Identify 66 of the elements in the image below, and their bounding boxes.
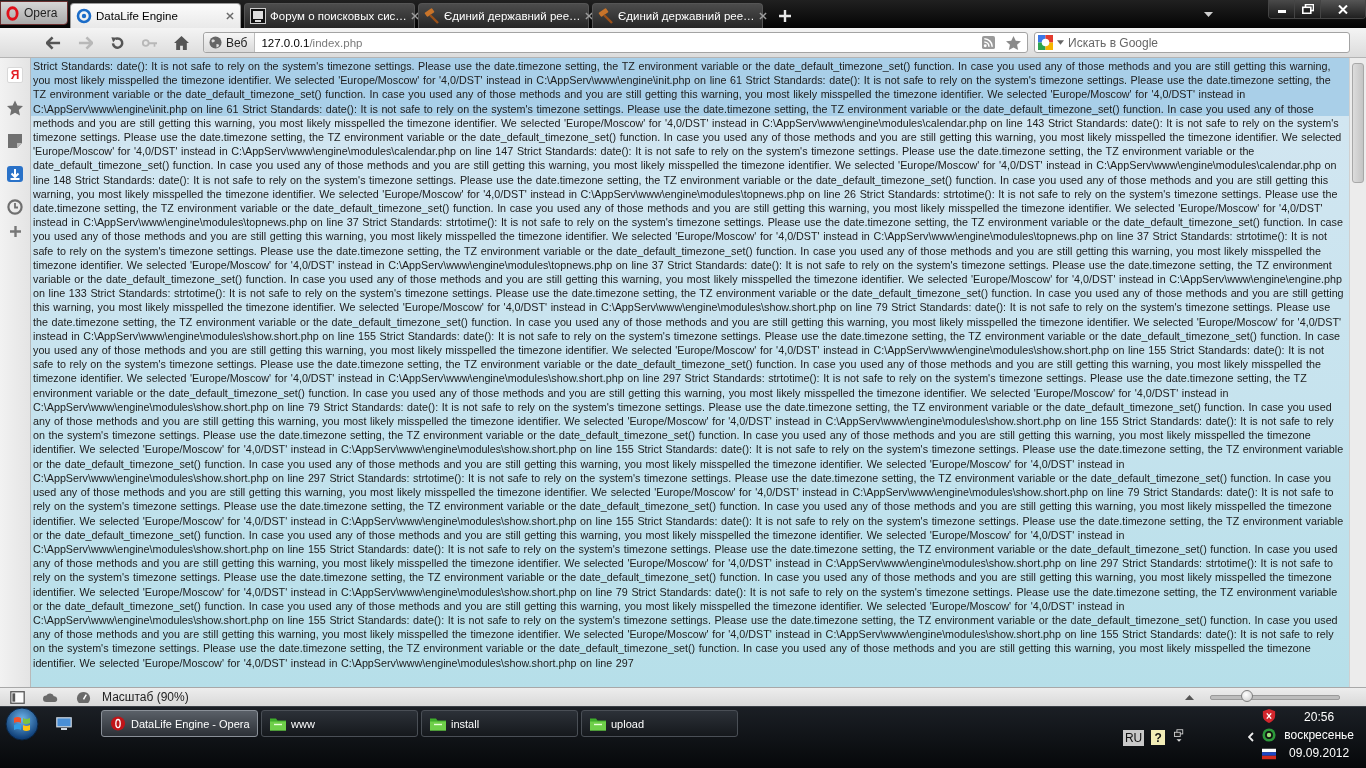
ring-icon bbox=[110, 716, 126, 731]
close-button[interactable] bbox=[1321, 0, 1365, 18]
close-icon[interactable] bbox=[584, 12, 593, 20]
clock-time: 20:56 bbox=[1304, 708, 1335, 726]
scrollbar[interactable] bbox=[1349, 58, 1366, 687]
caret-icon[interactable] bbox=[1185, 694, 1194, 700]
close-icon[interactable] bbox=[410, 12, 419, 20]
download-icon[interactable] bbox=[7, 166, 23, 182]
star-icon[interactable] bbox=[1006, 35, 1021, 50]
clock-icon[interactable] bbox=[7, 199, 23, 215]
taskbar-button[interactable]: upload bbox=[581, 710, 738, 737]
star-icon[interactable] bbox=[7, 100, 23, 116]
caret-icon[interactable] bbox=[1204, 11, 1213, 17]
browser-tab[interactable]: Форум о поисковых сис… bbox=[244, 3, 415, 28]
close-icon bbox=[1338, 4, 1348, 14]
note-icon[interactable] bbox=[7, 133, 23, 149]
taskbar-button[interactable]: www bbox=[261, 710, 418, 737]
slider-thumb[interactable] bbox=[1240, 689, 1253, 702]
restore-icon bbox=[1301, 4, 1314, 14]
globe-icon bbox=[209, 36, 222, 49]
language-button[interactable]: RU bbox=[1122, 729, 1145, 746]
taskbar-button[interactable]: install bbox=[421, 710, 578, 737]
folder-icon bbox=[430, 716, 446, 731]
clock-weekday: воскресенье bbox=[1284, 726, 1354, 744]
panel-letter-button[interactable]: Я bbox=[7, 67, 23, 83]
folder-icon bbox=[270, 716, 286, 731]
address-field[interactable]: Веб 127.0.0.1/index.php bbox=[203, 32, 1028, 53]
monitor-icon[interactable] bbox=[56, 717, 72, 730]
menu-button[interactable]: Opera bbox=[0, 1, 68, 25]
help-button[interactable]: ? bbox=[1151, 730, 1166, 745]
ring-icon bbox=[76, 8, 92, 24]
ring-icon[interactable] bbox=[1262, 727, 1277, 742]
window-switch-icon[interactable] bbox=[1174, 728, 1185, 743]
hammer-icon bbox=[424, 8, 440, 24]
monitor-icon bbox=[250, 8, 266, 24]
site-info-button[interactable]: Веб bbox=[204, 33, 256, 52]
minimize-button[interactable] bbox=[1269, 0, 1295, 18]
search-engine-icon[interactable] bbox=[1038, 35, 1053, 50]
feed-icon[interactable] bbox=[982, 36, 995, 49]
flag-icon[interactable] bbox=[1262, 746, 1277, 761]
orb-icon bbox=[5, 707, 39, 741]
zoom-label[interactable]: Масштаб (90%) bbox=[102, 690, 189, 704]
chevron-icon[interactable] bbox=[1248, 731, 1255, 742]
search-field[interactable]: Искать в Google bbox=[1034, 32, 1350, 53]
caret-icon[interactable] bbox=[1057, 40, 1064, 45]
shield-icon[interactable] bbox=[1262, 708, 1277, 723]
panel-toggle-icon[interactable] bbox=[10, 690, 25, 704]
close-icon[interactable] bbox=[226, 12, 234, 20]
cloud-icon[interactable] bbox=[43, 690, 58, 704]
error-text: Strict Standards: date(): It is not safe to rely on the system's timezone settings. Please use the date.timezone setting, the TZ environment variable or the date_default_timezone_set() function. In case you used any of those methods and you are still getting this warning, you most likely misspelled the timezone identifier. We selected 'Europe/Moscow' for '4,0/DST' instead in C:\AppServ\www\engine\init.php on line 61 Strict Standards: date(): It is not safe to rely on the system's timezone settings. Please use the date.timezone setting, the TZ environment variable or the date_default_timezone_set() function. In case you used any of those methods and you are still getting this warning, you most likely misspelled the timezone identifier. We selected 'Europe/Moscow' for '4,0/DST' instead in C:\AppServ\www\engine\init.php on line 61 Strict Standards: date(): It is not safe to rely on the system's timezone settings. Please use the date.timezone setting, the TZ environment variable or the date_default_timezone_set() function. In case you used any of those methods and you are still getting this warning, you most likely misspelled the timezone identifier. We selected 'Europe/Moscow' for '4,0/DST' instead in C:\AppServ\www\engine\modules\calendar.php on line 143 Strict Standards: date(): It is not safe to rely on the system's timezone settings. Please use the date.timezone setting, the TZ environment variable or the date_default_timezone_set() function. In case you used any of those methods and you are still getting this warning, you most likely misspelled the timezone identifier. We selected 'Europe/Moscow' for '4,0/DST' instead in C:\AppServ\www\engine\modules\calendar.php on line 147 Strict Standards: date(): It is not safe to rely on the system's timezone settings. Please use the date.timezone setting, the TZ environment variable or the date_default_timezone_set() function. In case you used any of those methods and you are still getting this warning, you most likely misspelled the timezone identifier. We selected 'Europe/Moscow' for '4,0/DST' instead in C:\AppServ\www\engine\modules\calendar.php on line 148 Strict Standards: date(): It is not safe to rely on the system's timezone settings. Please use the date.timezone setting, the TZ environment variable or the date_default_timezone_set() function. In case you used any of those methods and you are still getting this warning, you most likely misspelled the timezone identifier. We selected 'Europe/Moscow' for '4,0/DST' instead in C:\AppServ\www\engine\modules\topnews.php on line 26 Strict Standards: strtotime(): It is not safe to rely on the system's timezone settings. Please use the date.timezone setting, the TZ environment variable or the date_default_timezone_set() function. In case you used any of those methods and you are still getting this warning, you most likely misspelled the timezone identifier. We selected 'Europe/Moscow' for '4,0/DST' instead in C:\AppServ\www\engine\modules\topnews.php on line 37 Strict Standards: strtotime(): It is not safe to rely on the system's timezone settings. Please use the date.timezone setting, the TZ environment variable or the date_default_timezone_set() function. In case you used any of those methods and you are still getting this warning, you most likely misspelled the timezone identifier. We selected 'Europe/Moscow' for '4,0/DST' instead in C:\AppServ\www\engine\modules\topnews.php on line 37 Strict Standards: strtotime(): It is not safe to rely on the system's timezone settings. Please use the date.timezone setting, the TZ environment variable or the date_default_timezone_set() function. In case you used any of those methods and you are still getting this warning, you most likely misspelled the timezone identifier. We selected 'Europe/Moscow' for '4,0/DST' instead in C:\AppServ\www\engine\modules\topnews.php on line 37 Strict Standards: date(): It is not safe to rely on the system's timezone settings. Please use the date.timezone setting, the TZ environment variable or the date_default_timezone_set() function. In case you used any of those methods and you are still getting this warning, you most likely misspelled the timezone identifier. We selected 'Europe/Moscow' for '4,0/DST' instead in C:\AppServ\www\engine\engine.php on line 133 Strict Standards: strtotime(): It is not safe to rely on the system's timezone settings. Please use the date.timezone setting, the TZ environment variable or the date_default_timezone_set() function. In case you used any of those methods and you are still getting this warning, you most likely misspelled the timezone identifier. We selected 'Europe/Moscow' for '4,0/DST' instead in C:\AppServ\www\engine\modules\show.short.php on line 79 Strict Standards: date(): It is not safe to rely on the system's timezone settings. Please use the date.timezone setting, the TZ environment variable or the date_default_timezone_set() function. In case you used any of those methods and you are still getting this warning, you most likely misspelled the timezone identifier. We selected 'Europe/Moscow' for '4,0/DST' instead in C:\AppServ\www\engine\modules\show.short.php on line 155 Strict Standards: date(): It is not safe to rely on the system's timezone settings. Please use the date.timezone setting, the TZ environment variable or the date_default_timezone_set() function. In case you used any of those methods and you are still getting this warning, you most likely misspelled the timezone identifier. We selected 'Europe/Moscow' for '4,0/DST' instead in C:\AppServ\www\engine\modules\show.short.php on line 155 Strict Standards: date(): It is not safe to rely on the system's timezone settings. Please use the date.timezone setting, the TZ environment variable or the date_default_timezone_set() function. In case you used any of those methods and you are still getting this warning, you most likely misspelled the timezone identifier. We selected 'Europe/Moscow' for '4,0/DST' instead in C:\AppServ\www\engine\modules\show.short.php on line 297 Strict Standards: strtotime(): It is not safe to rely on the system's timezone settings. Please use the date.timezone setting, the TZ environment variable or the date_default_timezone_set() function. In case you used any of those methods and you are still getting this warning, you most likely misspelled the timezone identifier. We selected 'Europe/Moscow' for '4,0/DST' instead in C:\AppServ\www\engine\modules\show.short.php on line 79 Strict Standards: date(): It is not safe to rely on the system's timezone settings. Please use the date.timezone setting, the TZ environment variable or the date_default_timezone_set() function. In case you used any of those methods and you are still getting this warning, you most likely misspelled the timezone identifier. We selected 'Europe/Moscow' for '4,0/DST' instead in C:\AppServ\www\engine\modules\show.short.php on line 155 Strict Standards: date(): It is not safe to rely on the system's timezone settings. Please use the date.timezone setting, the TZ environment variable or the date_default_timezone_set() function. In case you used any of those methods and you are still getting this warning, you most likely misspelled the timezone identifier. We selected 'Europe/Moscow' for '4,0/DST' instead in C:\AppServ\www\engine\modules\show.short.php on line 155 Strict Standards: date(): It is not safe to rely on the system's timezone settings. Please use the date.timezone setting, the TZ environment variable or the date_default_timezone_set() function. In case you used any of those methods and you are still getting this warning, you most likely misspelled the timezone identifier. We selected 'Europe/Moscow' for '4,0/DST' instead in C:\AppServ\www\engine\modules\show.short.php on line 297 Strict Standards: strtotime(): It is not safe to rely on the system's timezone settings. Please use the date.timezone setting, the TZ environment variable or the date_default_timezone_set() function. In case you used any of those methods and you are still getting this warning, you most likely misspelled the timezone identifier. We selected 'Europe/Moscow' for '4,0/DST' instead in C:\AppServ\www\engine\modules\show.short.php on line 79 Strict Standards: date(): It is not safe to rely on the system's timezone settings. Please use the date.timezone setting, the TZ environment variable or the date_default_timezone_set() function. In case you used any of those methods and you are still getting this warning, you most likely misspelled the timezone identifier. We selected 'Europe/Moscow' for '4,0/DST' instead in C:\AppServ\www\engine\modules\show.short.php on line 155 Strict Standards: date(): It is not safe to rely on the system's timezone settings. Please use the date.timezone setting, the TZ environment variable or the date_default_timezone_set() function. In case you used any of those methods and you are still getting this warning, you most likely misspelled the timezone identifier. We selected 'Europe/Moscow' for '4,0/DST' instead in C:\AppServ\www\engine\modules\show.short.php on line 155 Strict Standards: date(): It is not safe to rely on the system's timezone settings. Please use the date.timezone setting, the TZ environment variable or the date_default_timezone_set() function. In case you used any of those methods and you are still getting this warning, you most likely misspelled the timezone identifier. We selected 'Europe/Moscow' for '4,0/DST' instead in C:\AppServ\www\engine\modules\show.short.php on line 297 Strict Standards: strtotime(): It is not safe to rely on the system's timezone settings. Please use the date.timezone setting, the TZ environment variable or the date_default_timezone_set() function. In case you used any of those methods and you are still getting this warning, you most likely misspelled the timezone identifier. We selected 'Europe/Moscow' for '4,0/DST' instead in C:\AppServ\www\engine\modules\show.short.php on line 79 Strict Standards: date(): It is not safe to rely on the system's timezone settings. Please use the date.timezone setting, the TZ environment variable or the date_default_timezone_set() function. In case you used any of those methods and you are still getting this warning, you most likely misspelled the timezone identifier. We selected 'Europe/Moscow' for '4,0/DST' instead in C:\AppServ\www\engine\modules\show.short.php on line 155 Strict Standards: date(): It is not safe to rely on the system's timezone settings. Please use the date.timezone setting, the TZ environment variable or the date_default_timezone_set() function. In case you used any of those methods and you are still getting this warning, you most likely misspelled the timezone identifier. We selected 'Europe/Moscow' for '4,0/DST' instead in C:\AppServ\www\engine\modules\show.short.php on line 155 Strict Standards: date(): It is not safe to rely on the system's timezone settings. Please use the date.timezone setting, the TZ environment variable or the date_default_timezone_set() function. In case you used any of those methods and you are still getting this warning, you most likely misspelled the timezone identifier. We selected 'Europe/Moscow' for '4,0/DST' instead in C:\AppServ\www\engine\modules\show.short.php on line 297 bbox=[33, 59, 1345, 670]
speedometer-icon[interactable] bbox=[76, 690, 91, 704]
home-icon[interactable] bbox=[173, 35, 189, 50]
taskbar-button[interactable]: DataLife Engine - Opera bbox=[101, 710, 258, 737]
browser-tab[interactable]: Єдиний державний рее… bbox=[418, 3, 589, 28]
browser-tab[interactable]: DataLife Engine bbox=[70, 3, 241, 28]
folder-icon bbox=[590, 716, 606, 731]
hammer-icon bbox=[598, 8, 614, 24]
ring-icon bbox=[6, 5, 19, 21]
reload-icon[interactable] bbox=[109, 35, 125, 50]
back-icon[interactable] bbox=[45, 35, 61, 50]
close-icon[interactable] bbox=[758, 12, 767, 20]
scrollbar-thumb[interactable] bbox=[1352, 63, 1364, 183]
clock-date: 09.09.2012 bbox=[1289, 744, 1350, 762]
url-text: 127.0.0.1/index.php bbox=[261, 36, 364, 49]
maximize-button[interactable] bbox=[1295, 0, 1321, 18]
start-button[interactable] bbox=[5, 707, 39, 741]
